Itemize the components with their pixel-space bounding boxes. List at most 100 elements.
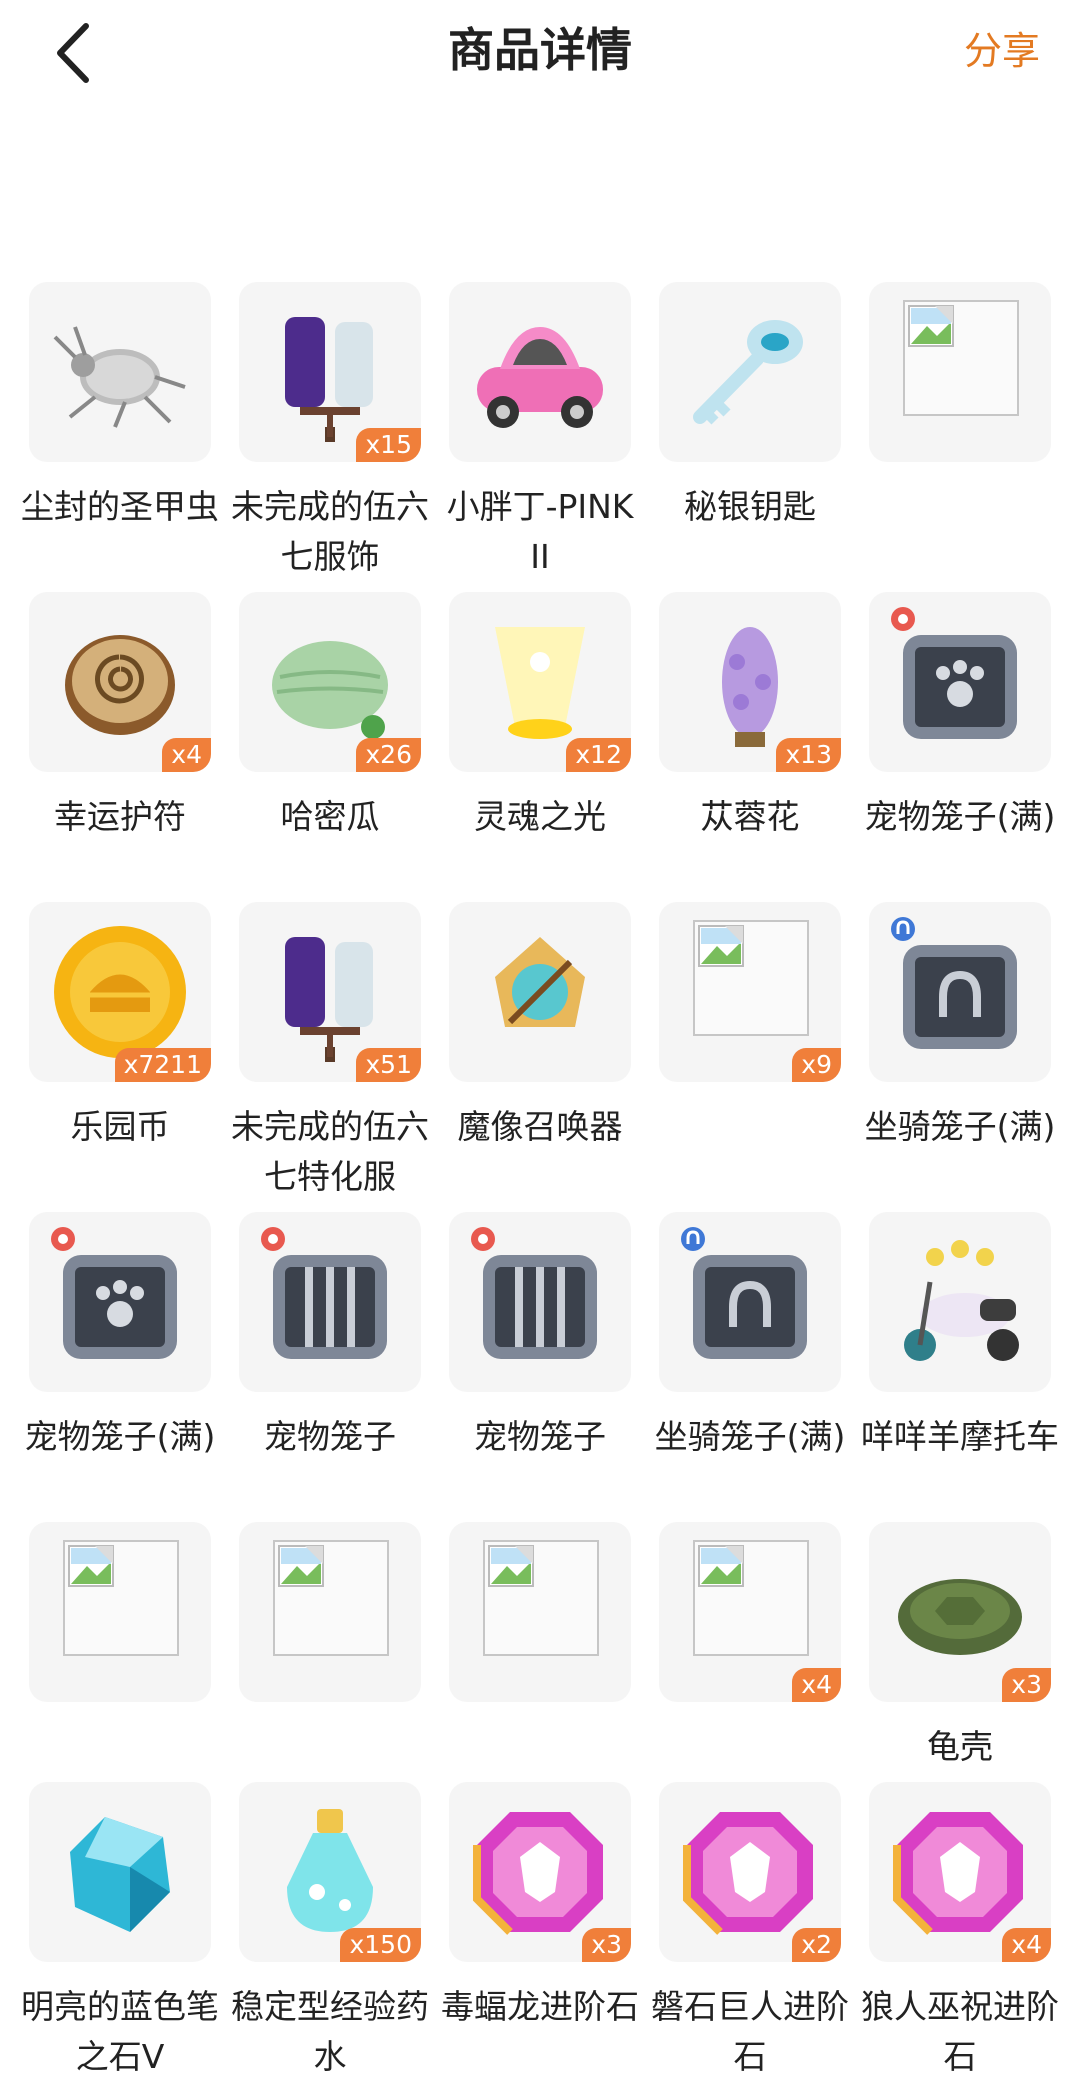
- item-thumbnail: x51: [239, 902, 421, 1082]
- item-thumbnail: x3: [869, 1522, 1051, 1702]
- inventory-item[interactable]: x2 磐石巨人进阶石: [651, 1782, 849, 2092]
- item-thumbnail: [659, 1212, 841, 1392]
- broken-image-icon: [483, 1540, 599, 1656]
- item-name: 宠物笼子(满): [864, 797, 1056, 836]
- item-thumbnail: x4: [659, 1522, 841, 1702]
- mount-cage-full-icon: [681, 1227, 807, 1359]
- broken-image-icon: [273, 1540, 389, 1656]
- potion-icon: [287, 1809, 373, 1932]
- quantity-badge: x3: [582, 1928, 631, 1962]
- item-name: 咩咩羊摩托车: [861, 1417, 1059, 1456]
- inventory-item[interactable]: x51 未完成的伍六七特化服: [231, 902, 429, 1212]
- quantity-badge: x150: [340, 1928, 421, 1962]
- broken-image-icon: [693, 920, 809, 1036]
- flower-icon: [722, 627, 778, 747]
- inventory-item[interactable]: x15 未完成的伍六七服饰: [231, 282, 429, 592]
- item-thumbnail: x4: [869, 1782, 1051, 1962]
- item-name: 宠物笼子: [264, 1417, 396, 1456]
- item-thumbnail: x15: [239, 282, 421, 462]
- item-name: 未完成的伍六七服饰: [231, 487, 429, 576]
- beetle-icon: [53, 326, 186, 428]
- inventory-item[interactable]: x3 毒蝠龙进阶石: [441, 1782, 639, 2092]
- inventory-item[interactable]: 坐骑笼子(满): [655, 1212, 845, 1522]
- soul-light-icon: [495, 627, 585, 739]
- item-thumbnail: x26: [239, 592, 421, 772]
- item-name: 坐骑笼子(满): [654, 1417, 846, 1456]
- item-thumbnail: [869, 1212, 1051, 1392]
- item-thumbnail: x13: [659, 592, 841, 772]
- item-thumbnail: x12: [449, 592, 631, 772]
- inventory-item[interactable]: [869, 282, 1051, 592]
- inventory-item[interactable]: 尘封的圣甲虫: [21, 282, 219, 592]
- item-name: 未完成的伍六七特化服: [231, 1107, 429, 1196]
- quantity-badge: x51: [356, 1048, 421, 1082]
- pet-cage-full-icon: [51, 1227, 177, 1359]
- item-name: 哈密瓜: [280, 797, 380, 836]
- inventory-item[interactable]: x26 哈密瓜: [239, 592, 421, 902]
- quantity-badge: x4: [792, 1668, 841, 1702]
- item-thumbnail: x3: [449, 1782, 631, 1962]
- inventory-item[interactable]: x9: [659, 902, 841, 1212]
- item-thumbnail: [869, 902, 1051, 1082]
- mount-cage-full-icon: [891, 917, 1017, 1049]
- inventory-item[interactable]: 咩咩羊摩托车: [861, 1212, 1059, 1522]
- inventory-item[interactable]: 宠物笼子(满): [865, 592, 1055, 902]
- inventory-item[interactable]: x150 稳定型经验药水: [231, 1782, 429, 2092]
- inventory-item[interactable]: 宠物笼子: [239, 1212, 421, 1522]
- item-thumbnail: x4: [29, 592, 211, 772]
- item-name: 毒蝠龙进阶石: [441, 1987, 639, 2026]
- outfit-icon: [285, 937, 373, 1062]
- inventory-item[interactable]: 宠物笼子(满): [25, 1212, 215, 1522]
- header-bar: 商品详情 分享: [0, 0, 1080, 108]
- quantity-badge: x12: [566, 738, 631, 772]
- item-thumbnail: x7211: [29, 902, 211, 1082]
- pink-car-icon: [477, 327, 603, 428]
- inventory-item[interactable]: 明亮的蓝色笔之石V: [21, 1782, 219, 2092]
- item-thumbnail: [239, 1212, 421, 1392]
- inventory-item[interactable]: x12 灵魂之光: [449, 592, 631, 902]
- inventory-item[interactable]: 魔像召唤器: [449, 902, 631, 1212]
- item-thumbnail: [449, 282, 631, 462]
- broken-image-icon: [903, 300, 1019, 416]
- key-icon: [693, 320, 803, 425]
- item-thumbnail: [449, 902, 631, 1082]
- item-name: 宠物笼子: [474, 1417, 606, 1456]
- quantity-badge: x7211: [114, 1048, 211, 1082]
- item-thumbnail: [449, 1522, 631, 1702]
- inventory-item[interactable]: 小胖丁-PINK II: [447, 282, 633, 592]
- item-thumbnail: x150: [239, 1782, 421, 1962]
- item-name: 尘封的圣甲虫: [21, 487, 219, 526]
- item-name: 坐骑笼子(满): [864, 1107, 1056, 1146]
- item-name: 乐园币: [70, 1107, 170, 1146]
- inventory-item[interactable]: 坐骑笼子(满): [865, 902, 1055, 1212]
- inventory-item[interactable]: 宠物笼子: [449, 1212, 631, 1522]
- evolve-stone-icon: [683, 1812, 813, 1935]
- item-thumbnail: [869, 592, 1051, 772]
- item-thumbnail: x2: [659, 1782, 841, 1962]
- item-name: 苁蓉花: [700, 797, 800, 836]
- share-button[interactable]: 分享: [964, 20, 1040, 75]
- broken-image-icon: [693, 1540, 809, 1656]
- inventory-item[interactable]: x4 狼人巫祝进阶石: [861, 1782, 1059, 2092]
- summoner-icon: [495, 937, 585, 1027]
- item-thumbnail: [29, 282, 211, 462]
- pet-cage-icon: [471, 1227, 597, 1359]
- item-thumbnail: [659, 282, 841, 462]
- evolve-stone-icon: [473, 1812, 603, 1935]
- inventory-item[interactable]: x7211 乐园币: [29, 902, 211, 1212]
- item-thumbnail: x9: [659, 902, 841, 1082]
- inventory-item[interactable]: x13 苁蓉花: [659, 592, 841, 902]
- item-thumbnail: [449, 1212, 631, 1392]
- item-name: 小胖丁-PINK II: [446, 487, 634, 576]
- item-thumbnail: [29, 1212, 211, 1392]
- turtle-shell-icon: [898, 1579, 1022, 1655]
- broken-image-icon: [63, 1540, 179, 1656]
- item-name: 幸运护符: [54, 797, 186, 836]
- inventory-item[interactable]: x4 幸运护符: [29, 592, 211, 902]
- item-thumbnail: [29, 1522, 211, 1702]
- page-title: 商品详情: [448, 23, 632, 77]
- pet-cage-full-icon: [891, 607, 1017, 739]
- item-thumbnail: [239, 1522, 421, 1702]
- inventory-item[interactable]: 秘银钥匙: [659, 282, 841, 592]
- quantity-badge: x3: [1002, 1668, 1051, 1702]
